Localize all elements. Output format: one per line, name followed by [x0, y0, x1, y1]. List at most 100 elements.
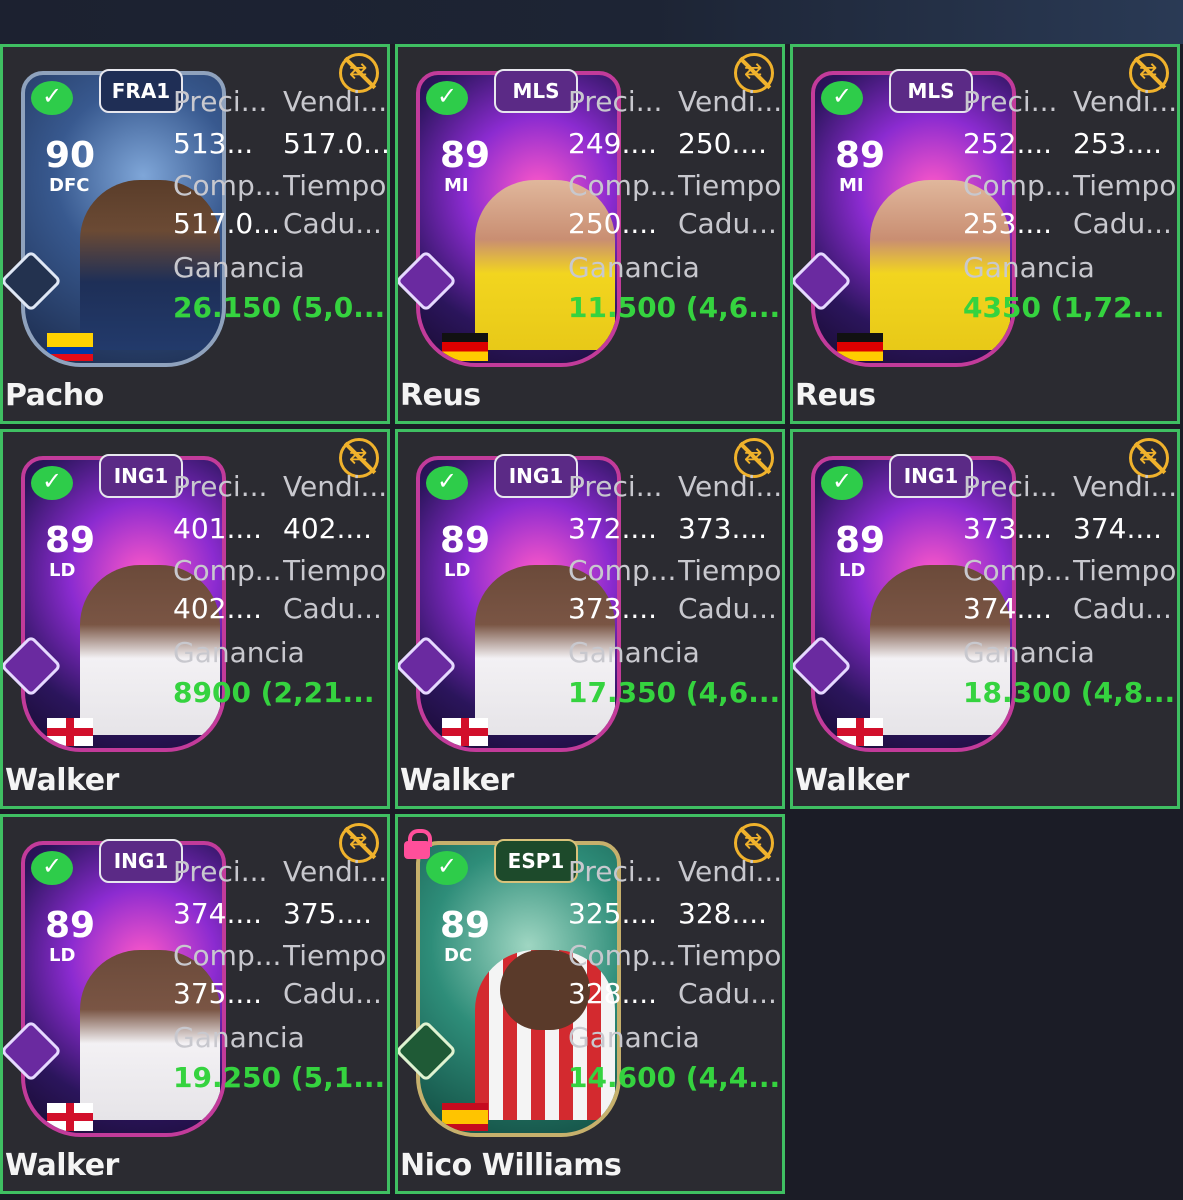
- price-label: Preci...: [963, 470, 1058, 503]
- nation-flag: [47, 718, 93, 746]
- sold-label: Vendi...: [1073, 85, 1178, 118]
- expiry-label: Cadu...: [283, 977, 382, 1010]
- price-label: Preci...: [568, 85, 663, 118]
- sold-label: Vendi...: [283, 855, 388, 888]
- expiry-label: Cadu...: [1073, 592, 1172, 625]
- expiry-label: Cadu...: [678, 207, 777, 240]
- league-badge: ESP1: [494, 839, 578, 883]
- price-value: 373....: [963, 512, 1053, 545]
- check-icon: [426, 466, 468, 500]
- league-badge: FRA1: [99, 69, 183, 113]
- sold-value: 373....: [678, 512, 768, 545]
- time-label: Tiempo: [1073, 169, 1177, 202]
- price-value: 513...: [173, 127, 254, 160]
- card-rating: 89: [440, 905, 491, 946]
- sold-value: 374....: [1073, 512, 1163, 545]
- buy-value: 328....: [568, 977, 658, 1010]
- player-name: Nico Williams: [400, 1148, 622, 1183]
- price-label: Preci...: [173, 85, 268, 118]
- player-tile[interactable]: 89 LD ING1 Preci... Vendi... 374.... 375…: [0, 814, 390, 1194]
- buy-label: Comp...: [173, 939, 282, 972]
- league-badge: ING1: [99, 454, 183, 498]
- player-name: Walker: [795, 763, 909, 798]
- price-value: 325....: [568, 897, 658, 930]
- card-rating: 90: [45, 135, 96, 176]
- card-rating: 89: [440, 135, 491, 176]
- player-name: Walker: [400, 763, 514, 798]
- gain-label: Ganancia: [963, 636, 1095, 669]
- check-icon: [426, 81, 468, 115]
- time-label: Tiempo: [283, 554, 387, 587]
- buy-value: 253....: [963, 207, 1053, 240]
- buy-value: 250....: [568, 207, 658, 240]
- expiry-label: Cadu...: [678, 592, 777, 625]
- player-tile[interactable]: 89 MI MLS Preci... Vendi... 252.... 253.…: [790, 44, 1180, 424]
- card-position: LD: [49, 945, 76, 966]
- gain-label: Ganancia: [568, 251, 700, 284]
- sold-value: 375....: [283, 897, 373, 930]
- price-label: Preci...: [568, 470, 663, 503]
- time-label: Tiempo: [1073, 554, 1177, 587]
- nation-flag: [47, 333, 93, 361]
- player-tile[interactable]: 89 LD ING1 Preci... Vendi... 372.... 373…: [395, 429, 785, 809]
- player-tile[interactable]: 89 MI MLS Preci... Vendi... 249.... 250.…: [395, 44, 785, 424]
- check-icon: [31, 81, 73, 115]
- sold-label: Vendi...: [678, 855, 783, 888]
- league-badge: ING1: [99, 839, 183, 883]
- buy-value: 517.0...: [173, 207, 280, 240]
- sold-label: Vendi...: [678, 85, 783, 118]
- buy-value: 375....: [173, 977, 263, 1010]
- card-position: MI: [444, 175, 469, 196]
- time-label: Tiempo: [283, 169, 387, 202]
- price-label: Preci...: [173, 470, 268, 503]
- player-tile[interactable]: 90 DFC FRA1 Preci... Vendi... 513... 517…: [0, 44, 390, 424]
- buy-label: Comp...: [963, 169, 1072, 202]
- gain-label: Ganancia: [173, 636, 305, 669]
- gain-value: 14.600 (4,4...: [568, 1061, 781, 1094]
- card-rating: 89: [835, 520, 886, 561]
- gain-value: 17.350 (4,6...: [568, 676, 781, 709]
- buy-value: 373....: [568, 592, 658, 625]
- player-name: Reus: [400, 378, 481, 413]
- league-badge: ING1: [494, 454, 578, 498]
- gain-value: 19.250 (5,1...: [173, 1061, 386, 1094]
- price-value: 249....: [568, 127, 658, 160]
- card-position: DFC: [49, 175, 90, 196]
- buy-label: Comp...: [173, 554, 282, 587]
- nation-flag: [442, 718, 488, 746]
- sold-label: Vendi...: [283, 470, 388, 503]
- buy-label: Comp...: [173, 169, 282, 202]
- player-name: Walker: [5, 1148, 119, 1183]
- top-bar: [0, 0, 1183, 44]
- time-label: Tiempo: [283, 939, 387, 972]
- buy-value: 374....: [963, 592, 1053, 625]
- time-label: Tiempo: [678, 554, 782, 587]
- time-label: Tiempo: [678, 169, 782, 202]
- buy-label: Comp...: [568, 169, 677, 202]
- card-position: MI: [839, 175, 864, 196]
- price-value: 374....: [173, 897, 263, 930]
- nation-flag: [47, 1103, 93, 1131]
- price-value: 252....: [963, 127, 1053, 160]
- sold-label: Vendi...: [678, 470, 783, 503]
- gain-label: Ganancia: [963, 251, 1095, 284]
- price-label: Preci...: [568, 855, 663, 888]
- buy-value: 402....: [173, 592, 263, 625]
- check-icon: [821, 466, 863, 500]
- nation-flag: [837, 718, 883, 746]
- player-tile[interactable]: 89 DC ESP1 Preci... Vendi... 325.... 328…: [395, 814, 785, 1194]
- player-tile[interactable]: 89 LD ING1 Preci... Vendi... 373.... 374…: [790, 429, 1180, 809]
- buy-label: Comp...: [568, 554, 677, 587]
- card-position: DC: [444, 945, 473, 966]
- price-label: Preci...: [173, 855, 268, 888]
- sold-label: Vendi...: [1073, 470, 1178, 503]
- league-badge: ING1: [889, 454, 973, 498]
- player-tile[interactable]: 89 LD ING1 Preci... Vendi... 401.... 402…: [0, 429, 390, 809]
- sold-value: 253....: [1073, 127, 1163, 160]
- buy-label: Comp...: [568, 939, 677, 972]
- league-badge: MLS: [889, 69, 973, 113]
- card-rating: 89: [45, 905, 96, 946]
- card-rating: 89: [440, 520, 491, 561]
- price-label: Preci...: [963, 85, 1058, 118]
- league-badge: MLS: [494, 69, 578, 113]
